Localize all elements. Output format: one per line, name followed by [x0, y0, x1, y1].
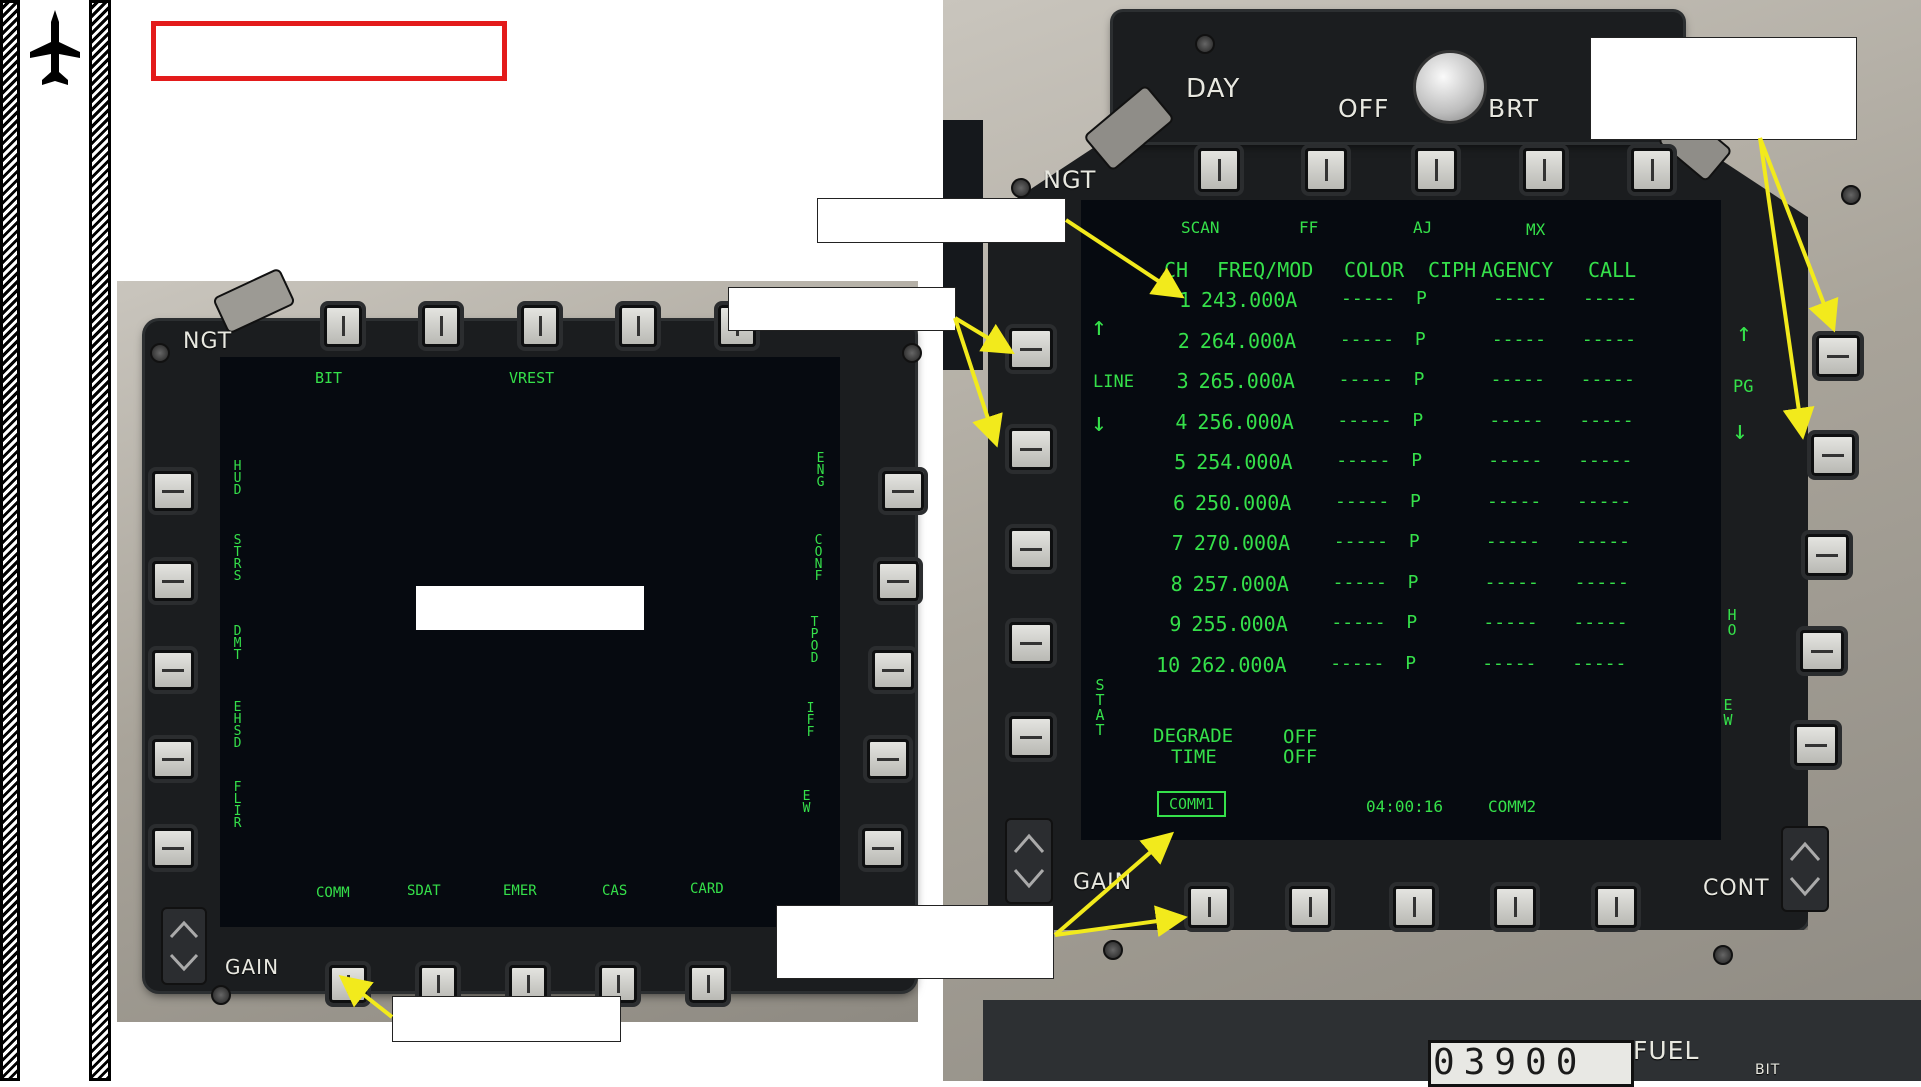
- arrow-pg-down: [1758, 137, 1815, 440]
- arrow-comm: [338, 975, 394, 1019]
- arrow-pg-up: [1758, 137, 1839, 333]
- callout-arrows: [338, 137, 1839, 1019]
- arrow-channel: [1064, 218, 1185, 299]
